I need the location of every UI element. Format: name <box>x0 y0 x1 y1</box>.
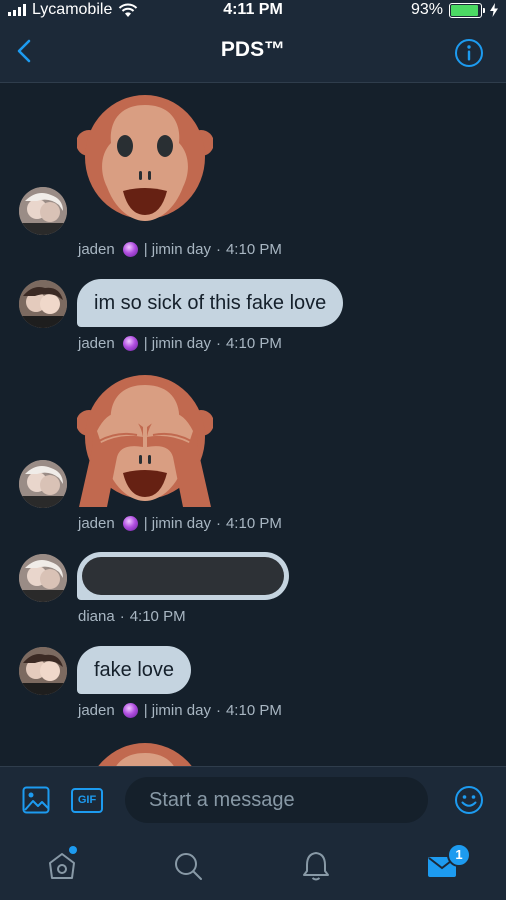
image-icon[interactable] <box>22 786 50 814</box>
battery-group: 93% <box>411 1 498 19</box>
message-meta: jaden | jimin day · 4:10 PM <box>78 241 282 258</box>
status-bar: Lycamobile 4:11 PM 93% <box>0 0 506 22</box>
see-no-evil-monkey-emoji <box>77 375 213 507</box>
monkey-face-emoji <box>98 743 192 766</box>
message-text: fake love <box>94 659 175 681</box>
smiley-icon[interactable] <box>454 785 484 815</box>
info-icon[interactable] <box>454 38 484 68</box>
bell-icon[interactable] <box>300 850 332 882</box>
avatar[interactable] <box>19 280 67 328</box>
home-icon[interactable] <box>46 850 78 882</box>
sender-name: jaden <box>78 335 115 352</box>
charging-bolt-icon <box>490 3 498 17</box>
gif-button[interactable]: GIF <box>71 788 103 813</box>
message-bubble[interactable]: fake love <box>77 646 192 694</box>
redaction-bar <box>82 557 284 595</box>
message-composer: GIF <box>0 766 506 832</box>
message-bubble[interactable]: im so sick of this fake love <box>77 279 344 327</box>
avatar[interactable] <box>19 187 67 235</box>
sender-name: jaden <box>78 241 115 258</box>
group-name: | jimin day <box>143 241 211 258</box>
avatar[interactable] <box>19 647 67 695</box>
conversation-header: PDS™ <box>0 22 506 83</box>
crystal-ball-emoji <box>122 336 138 351</box>
group-name: | jimin day <box>143 515 211 532</box>
message-meta: diana · 4:10 PM <box>78 608 186 625</box>
bottom-tab-bar: 1 <box>0 832 506 900</box>
sender-name: jaden <box>78 702 115 719</box>
timestamp: 4:10 PM <box>225 241 282 258</box>
timestamp: 4:10 PM <box>225 702 282 719</box>
battery-percent: 93% <box>410 1 443 18</box>
unread-badge: 1 <box>447 843 471 867</box>
message-list[interactable]: jaden | jimin day · 4:10 PM im so sick o… <box>0 83 506 766</box>
battery-icon <box>449 2 485 18</box>
message-meta: jaden | jimin day · 4:10 PM <box>78 515 282 532</box>
avatar[interactable] <box>19 554 67 602</box>
monkey-face-emoji <box>77 95 213 221</box>
sender-name: diana <box>78 608 115 625</box>
message-text: im so sick of this fake love <box>94 292 327 314</box>
redacted-message-bubble[interactable] <box>77 552 289 600</box>
sender-name: jaden <box>78 515 115 532</box>
group-name: | jimin day <box>143 702 211 719</box>
search-icon[interactable] <box>172 850 204 882</box>
message-meta: jaden | jimin day · 4:10 PM <box>78 335 282 352</box>
message-meta: jaden | jimin day · 4:10 PM <box>78 702 282 719</box>
message-input[interactable] <box>125 777 428 823</box>
timestamp: 4:10 PM <box>225 515 282 532</box>
crystal-ball-emoji <box>122 703 138 718</box>
timestamp: 4:10 PM <box>225 335 282 352</box>
timestamp: 4:10 PM <box>129 608 186 625</box>
group-name: | jimin day <box>143 335 211 352</box>
crystal-ball-emoji <box>122 516 138 531</box>
crystal-ball-emoji <box>122 242 138 257</box>
conversation-title[interactable]: PDS™ <box>0 38 506 62</box>
avatar[interactable] <box>19 460 67 508</box>
home-notification-dot <box>69 846 77 854</box>
